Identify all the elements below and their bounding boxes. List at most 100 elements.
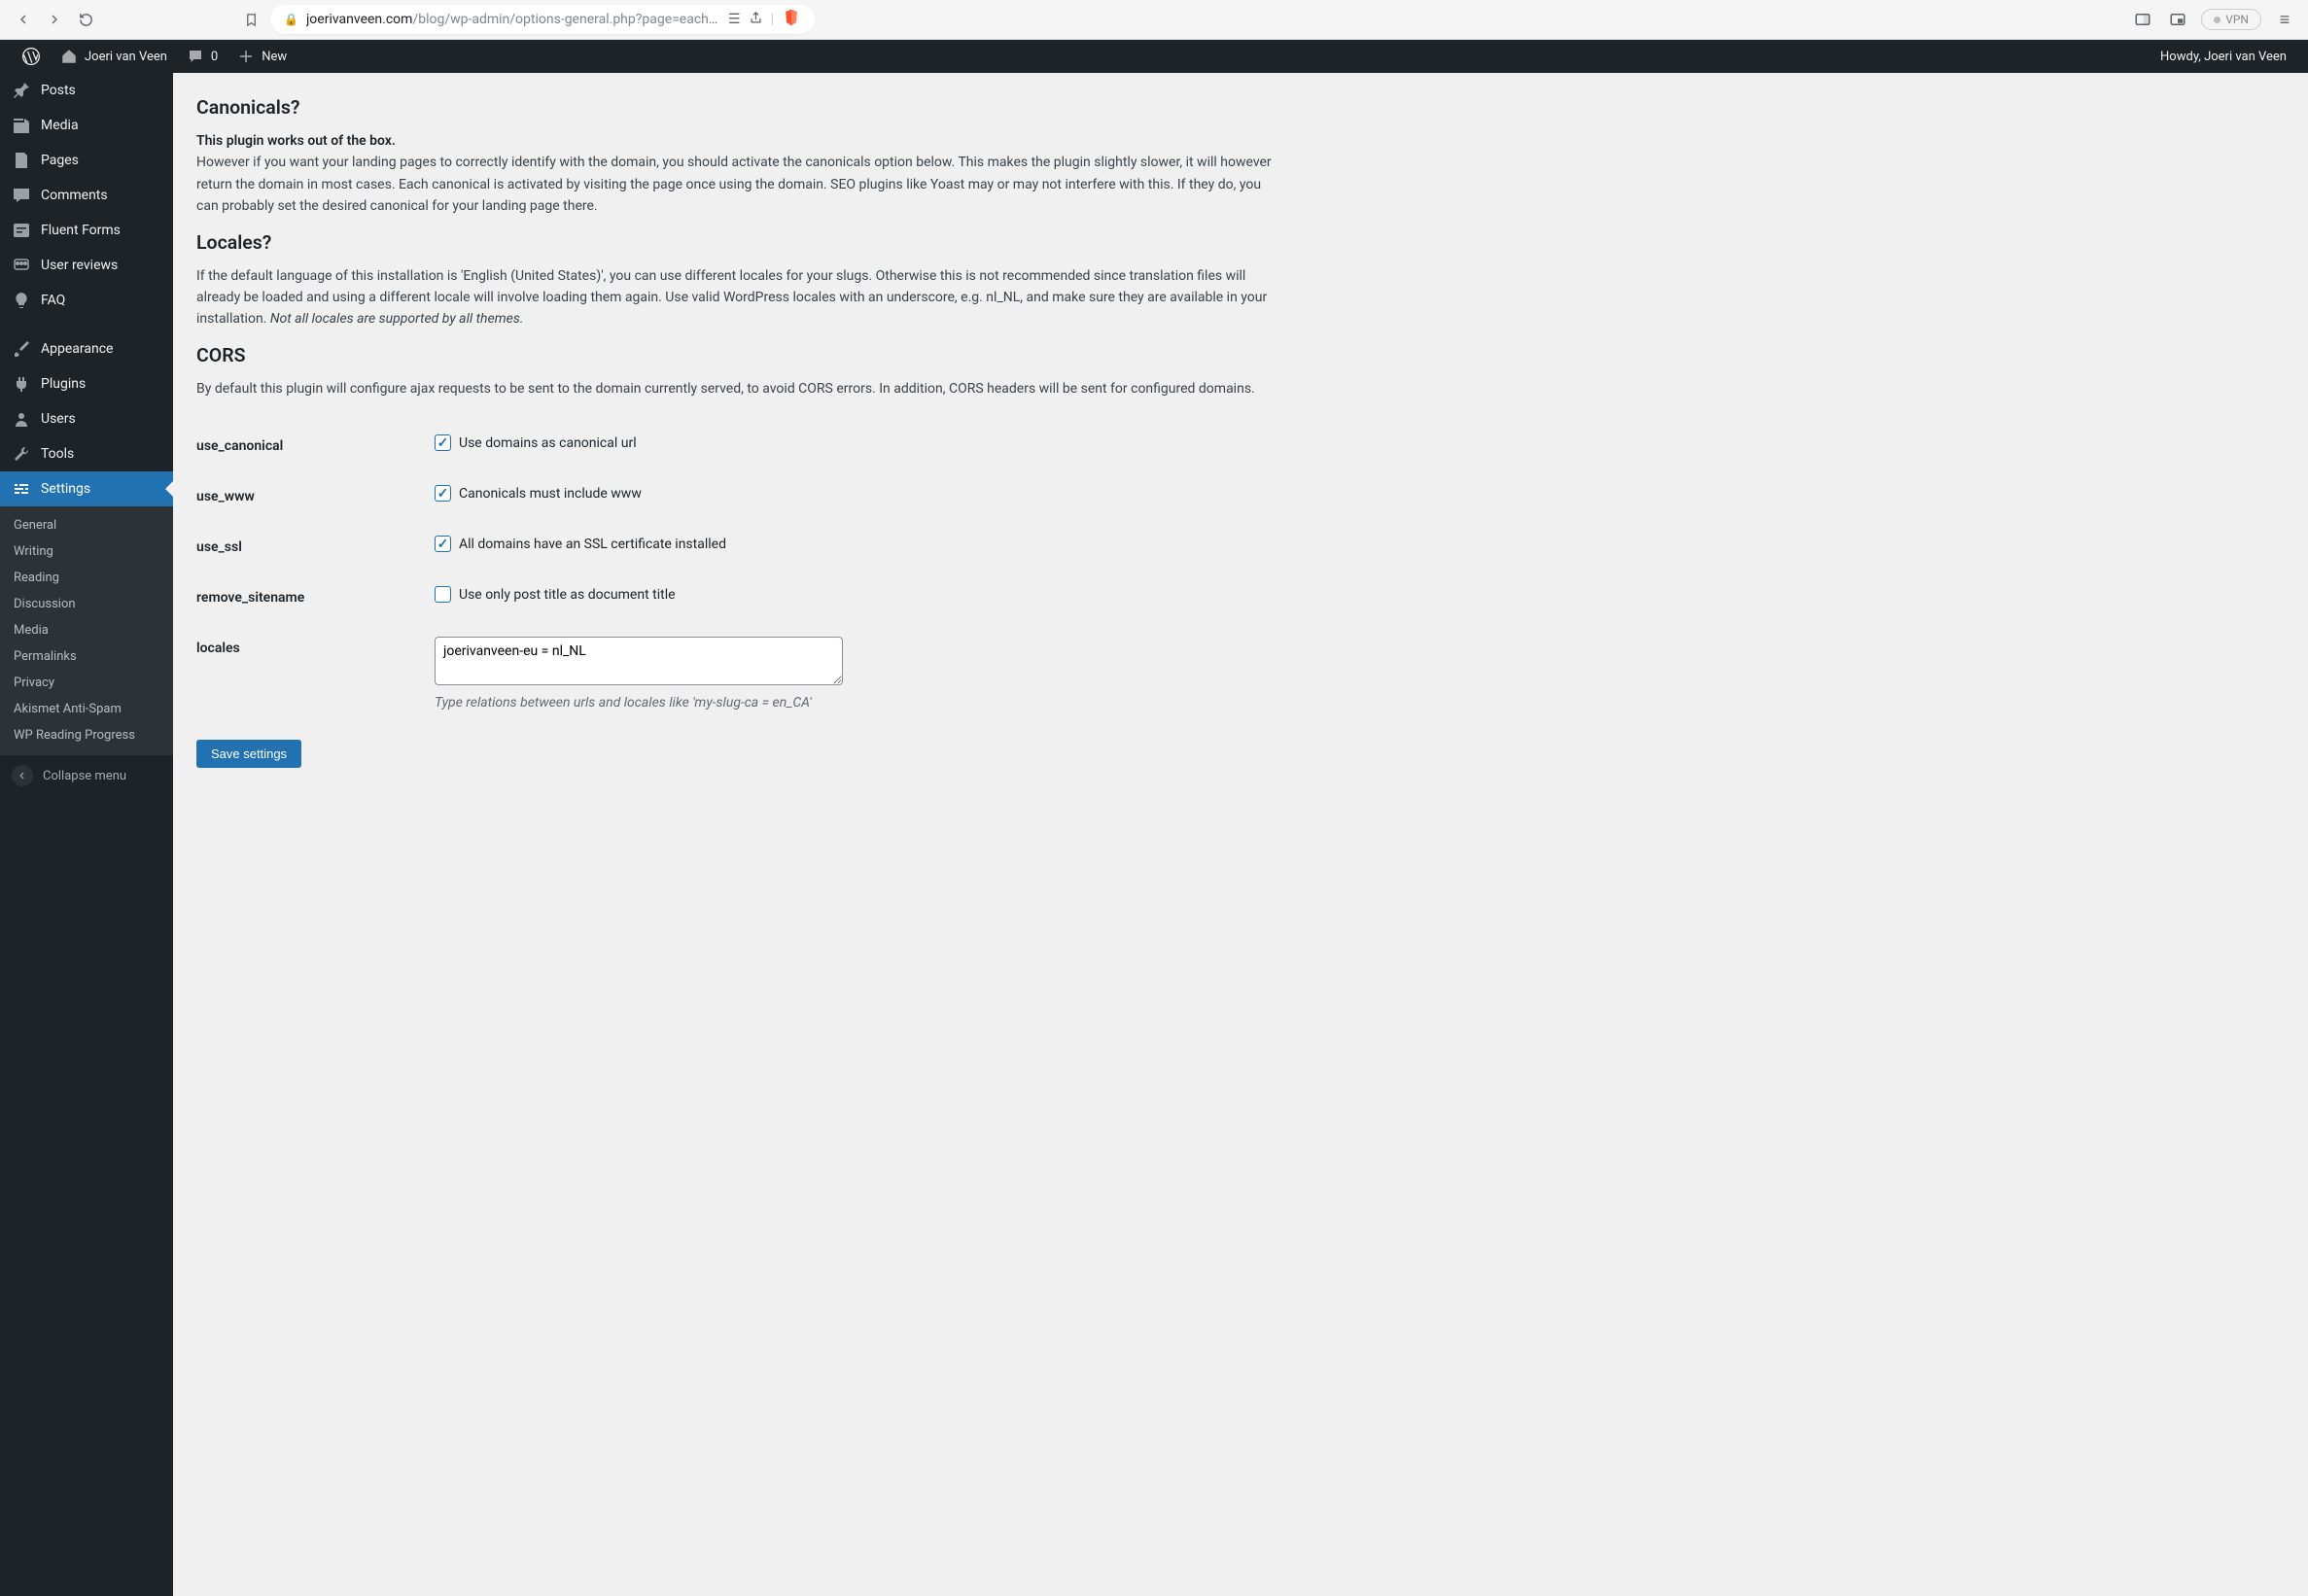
address-bar[interactable]: 🔒 joerivanveen.com/blog/wp-admin/options…: [270, 5, 815, 34]
locales-description: If the default language of this installa…: [196, 265, 1277, 330]
plug-icon: [12, 374, 31, 394]
browser-back-button[interactable]: [12, 8, 35, 31]
canonicals-description: This plugin works out of the box. Howeve…: [196, 130, 1277, 218]
comments-link[interactable]: 0: [177, 40, 227, 73]
sidebar-item-media[interactable]: Media: [0, 108, 173, 143]
submenu-writing[interactable]: Writing: [0, 538, 173, 565]
bookmark-icon[interactable]: [239, 8, 262, 31]
cors-heading: CORS: [196, 344, 1277, 366]
locales-hint: Type relations between urls and locales …: [435, 695, 1277, 711]
collapse-label: Collapse menu: [43, 769, 126, 783]
label-remove-sitename: remove_sitename: [196, 586, 435, 606]
browser-forward-button[interactable]: [43, 8, 66, 31]
wp-main: Posts Media Pages Comments Fluent Forms …: [0, 73, 2308, 1596]
comment-icon: [12, 186, 31, 205]
sliders-icon: [12, 479, 31, 499]
browser-toolbar: 🔒 joerivanveen.com/blog/wp-admin/options…: [0, 0, 2308, 40]
submenu-permalinks[interactable]: Permalinks: [0, 643, 173, 670]
checkbox-text: Use only post title as document title: [459, 587, 676, 603]
submenu-discussion[interactable]: Discussion: [0, 591, 173, 617]
lock-icon: 🔒: [284, 13, 298, 26]
url-text: joerivanveen.com/blog/wp-admin/options-g…: [306, 12, 720, 27]
howdy-text: Howdy, Joeri van Veen: [2160, 50, 2287, 64]
reader-mode-icon[interactable]: ☰: [728, 12, 741, 27]
sidebar-item-fluent-forms[interactable]: Fluent Forms: [0, 213, 173, 248]
settings-submenu: General Writing Reading Discussion Media…: [0, 506, 173, 754]
label-locales: locales: [196, 637, 435, 711]
checkbox-use-www[interactable]: Canonicals must include www: [435, 485, 1277, 502]
sidebar-label: Appearance: [41, 341, 113, 357]
submenu-media[interactable]: Media: [0, 617, 173, 643]
row-use-ssl: use_ssl All domains have an SSL certific…: [196, 520, 1277, 571]
reviews-icon: [12, 256, 31, 275]
checkbox-icon: [435, 434, 451, 451]
brave-icon[interactable]: [782, 8, 801, 31]
menu-separator: [0, 318, 173, 331]
submenu-reading-progress[interactable]: WP Reading Progress: [0, 722, 173, 748]
wp-adminbar: Joeri van Veen 0 New Howdy, Joeri van Ve…: [0, 40, 2308, 73]
sidebar-label: Plugins: [41, 376, 86, 392]
checkbox-text: Canonicals must include www: [459, 486, 642, 502]
settings-form: use_canonical Use domains as canonical u…: [196, 419, 1277, 726]
sidebar-label: Tools: [41, 446, 74, 462]
label-use-www: use_www: [196, 485, 435, 504]
wrench-icon: [12, 444, 31, 464]
brush-icon: [12, 339, 31, 359]
sidebar-item-plugins[interactable]: Plugins: [0, 366, 173, 401]
sidebar-label: Posts: [41, 83, 76, 98]
sidebar-label: Pages: [41, 153, 79, 168]
canonicals-heading: Canonicals?: [196, 96, 1277, 119]
locales-heading: Locales?: [196, 231, 1277, 254]
checkbox-use-ssl[interactable]: All domains have an SSL certificate inst…: [435, 536, 1277, 552]
page-icon: [12, 151, 31, 170]
media-icon: [12, 116, 31, 135]
label-use-ssl: use_ssl: [196, 536, 435, 555]
sidebar-item-users[interactable]: Users: [0, 401, 173, 436]
form-icon: [12, 221, 31, 240]
sidebar-label: Fluent Forms: [41, 223, 121, 238]
site-link[interactable]: Joeri van Veen: [51, 40, 177, 73]
submenu-akismet[interactable]: Akismet Anti-Spam: [0, 696, 173, 722]
browser-reload-button[interactable]: [74, 8, 97, 31]
browser-menu-button[interactable]: ≡: [2273, 8, 2296, 31]
user-menu[interactable]: Howdy, Joeri van Veen: [2151, 40, 2296, 73]
sidebar-item-pages[interactable]: Pages: [0, 143, 173, 178]
collapse-menu[interactable]: Collapse menu: [0, 754, 173, 796]
pushpin-icon: [12, 81, 31, 100]
checkbox-text: All domains have an SSL certificate inst…: [459, 537, 726, 552]
submenu-general[interactable]: General: [0, 512, 173, 538]
pip-icon[interactable]: [2166, 8, 2189, 31]
site-name: Joeri van Veen: [85, 50, 167, 64]
device-icon[interactable]: [2131, 8, 2154, 31]
sidebar-item-settings[interactable]: Settings: [0, 471, 173, 506]
locales-textarea[interactable]: [435, 637, 843, 685]
sidebar-label: User reviews: [41, 258, 118, 273]
label-use-canonical: use_canonical: [196, 434, 435, 454]
cors-description: By default this plugin will configure aj…: [196, 378, 1277, 399]
row-remove-sitename: remove_sitename Use only post title as d…: [196, 571, 1277, 621]
collapse-icon: [12, 765, 33, 786]
new-label: New: [262, 50, 287, 64]
user-icon: [12, 409, 31, 429]
sidebar-label: Comments: [41, 188, 108, 203]
sidebar-item-posts[interactable]: Posts: [0, 73, 173, 108]
vpn-button[interactable]: VPN: [2201, 9, 2261, 30]
row-locales: locales Type relations between urls and …: [196, 621, 1277, 726]
checkbox-remove-sitename[interactable]: Use only post title as document title: [435, 586, 1277, 603]
submenu-privacy[interactable]: Privacy: [0, 670, 173, 696]
checkbox-text: Use domains as canonical url: [459, 435, 637, 451]
sidebar-item-comments[interactable]: Comments: [0, 178, 173, 213]
submenu-reading[interactable]: Reading: [0, 565, 173, 591]
checkbox-use-canonical[interactable]: Use domains as canonical url: [435, 434, 1277, 451]
share-icon[interactable]: [749, 11, 763, 29]
save-settings-button[interactable]: Save settings: [196, 740, 301, 768]
sidebar-item-tools[interactable]: Tools: [0, 436, 173, 471]
sidebar-item-appearance[interactable]: Appearance: [0, 331, 173, 366]
sidebar-label: Media: [41, 118, 79, 133]
sidebar-item-faq[interactable]: FAQ: [0, 283, 173, 318]
sidebar-item-user-reviews[interactable]: User reviews: [0, 248, 173, 283]
admin-sidebar: Posts Media Pages Comments Fluent Forms …: [0, 73, 173, 1596]
new-content-link[interactable]: New: [227, 40, 297, 73]
wp-logo[interactable]: [12, 40, 51, 73]
content-area: Canonicals? This plugin works out of the…: [173, 73, 1301, 1596]
